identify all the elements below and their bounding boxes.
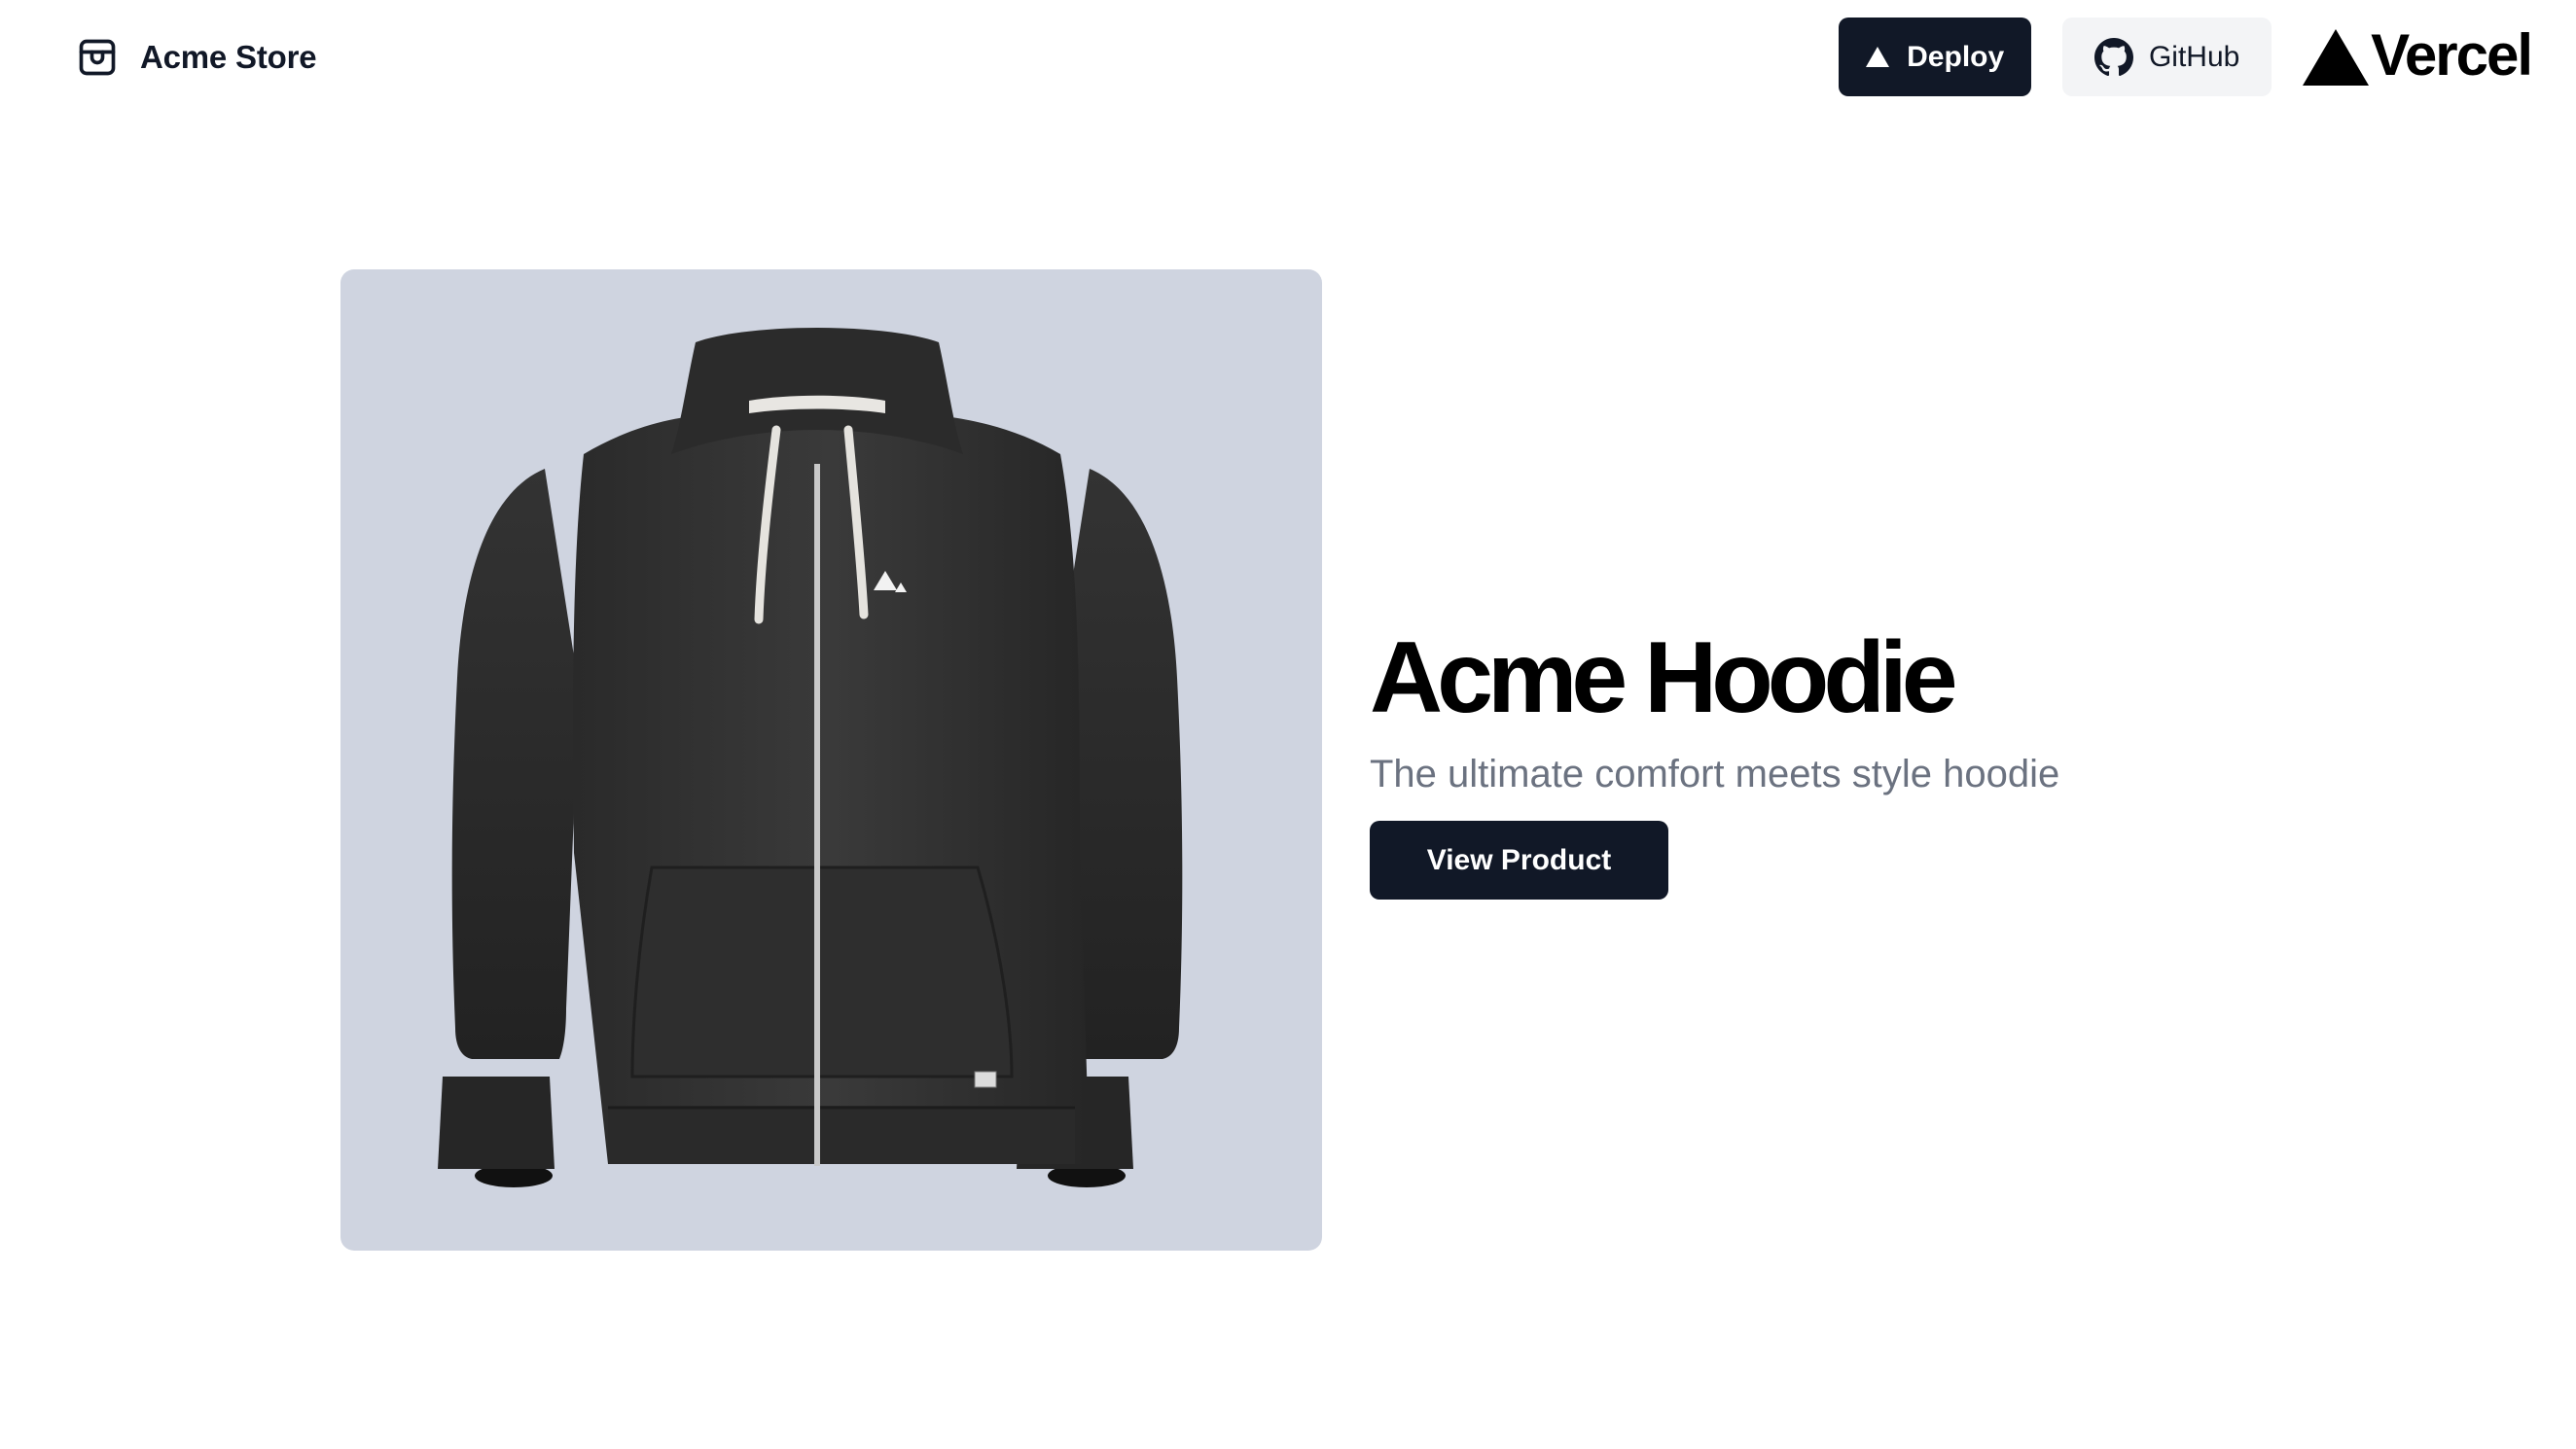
store-box-icon xyxy=(79,39,116,76)
product-info: Acme Hoodie The ultimate comfort meets s… xyxy=(1370,621,2343,901)
github-button[interactable]: GitHub xyxy=(2062,18,2272,96)
brand-link[interactable]: Acme Store xyxy=(76,33,317,82)
github-icon xyxy=(2093,37,2133,76)
header-actions: Deploy GitHub Vercel xyxy=(1839,18,2533,96)
brand-name: Acme Store xyxy=(140,39,317,75)
product-subtitle: The ultimate comfort meets style hoodie xyxy=(1370,753,2060,796)
hoodie-image xyxy=(438,328,1183,1187)
vercel-triangle-icon xyxy=(2303,28,2370,86)
vercel-wordmark: Vercel xyxy=(2371,21,2533,88)
site-header: Acme Store Deploy GitHub Vercel xyxy=(0,0,2576,115)
vercel-logo-link[interactable]: Vercel xyxy=(2303,21,2533,88)
deploy-label: Deploy xyxy=(1907,40,2005,73)
view-product-button[interactable]: View Product xyxy=(1370,821,1668,901)
product-image-card[interactable] xyxy=(340,269,1322,1251)
github-label: GitHub xyxy=(2148,40,2240,73)
product-title: Acme Hoodie xyxy=(1370,621,1958,734)
triangle-icon xyxy=(1866,47,1890,67)
deploy-button[interactable]: Deploy xyxy=(1839,18,2032,96)
